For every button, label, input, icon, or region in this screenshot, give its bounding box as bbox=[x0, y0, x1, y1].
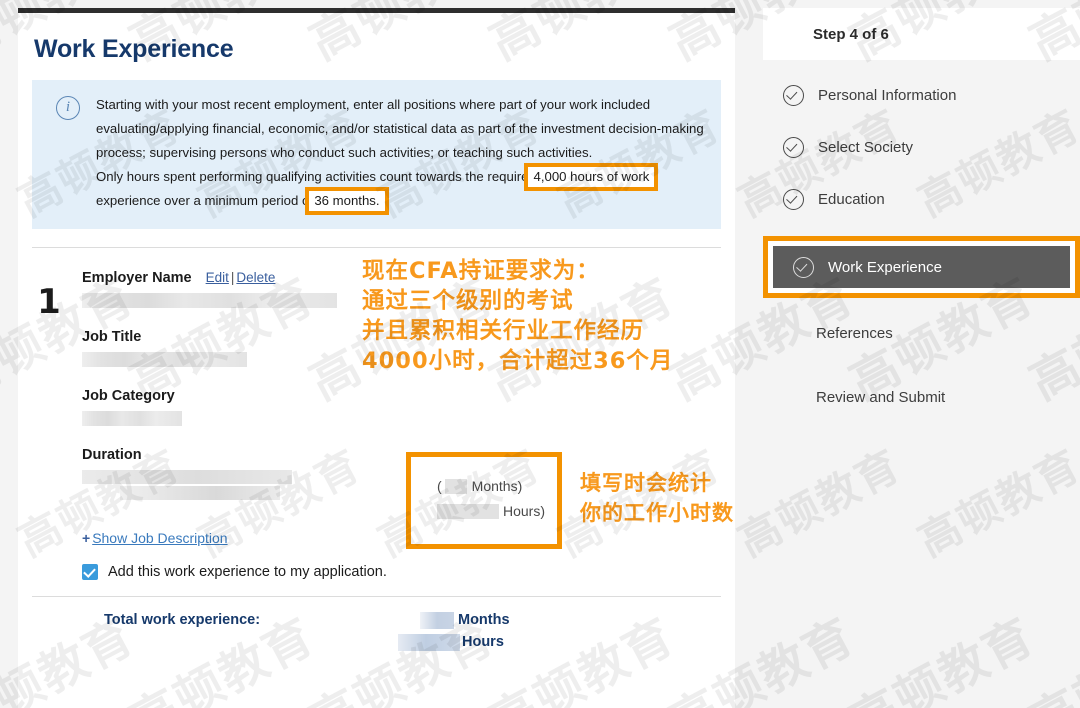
check-circle-icon bbox=[783, 189, 804, 210]
plus-icon: + bbox=[82, 530, 90, 546]
total-hours-line: Hours bbox=[398, 631, 510, 653]
employer-name-label: Employer Name bbox=[82, 270, 192, 286]
check-circle-icon bbox=[783, 85, 804, 106]
step-sidebar: Step 4 of 6 Personal Information Select … bbox=[763, 0, 1080, 708]
total-months-line: Months bbox=[398, 609, 510, 631]
months-row: ( Months) bbox=[437, 478, 522, 494]
work-experience-entry: 1 Employer Name Edit|Delete Job Title Jo… bbox=[18, 248, 735, 580]
add-experience-checkbox[interactable] bbox=[82, 564, 98, 580]
job-category-field: Job Category bbox=[82, 388, 735, 426]
months-value-redacted bbox=[445, 479, 467, 494]
total-months-unit: Months bbox=[458, 612, 510, 628]
delete-link[interactable]: Delete bbox=[236, 270, 275, 285]
months-hours-callout-box: ( Months) Hours) bbox=[406, 452, 562, 549]
totals-row: Total work experience: Months Hours bbox=[18, 597, 735, 653]
months-label: Months) bbox=[472, 478, 523, 494]
job-title-field: Job Title bbox=[82, 329, 735, 367]
highlight-months-requirement: 36 months. bbox=[309, 191, 384, 211]
hours-value-redacted bbox=[437, 504, 499, 519]
employer-name-field: Employer Name Edit|Delete bbox=[82, 270, 735, 308]
total-hours-unit: Hours bbox=[462, 634, 504, 650]
step-counter: Step 4 of 6 bbox=[763, 8, 1080, 60]
sidebar-item-label: Select Society bbox=[818, 139, 913, 156]
sidebar-item-label: Education bbox=[818, 191, 885, 208]
sidebar-item-label: References bbox=[816, 325, 893, 342]
sidebar-item-education[interactable]: Education bbox=[763, 182, 1080, 216]
job-title-label: Job Title bbox=[82, 329, 735, 345]
info-banner-text: Starting with your most recent employmen… bbox=[96, 93, 707, 213]
duration-value-redacted-line2 bbox=[120, 486, 280, 500]
sidebar-item-review-and-submit[interactable]: Review and Submit bbox=[763, 380, 1080, 414]
work-experience-highlight-box: Work Experience bbox=[763, 236, 1080, 298]
employer-name-value-redacted bbox=[82, 293, 337, 308]
total-work-experience-values: Months Hours bbox=[398, 609, 510, 653]
sidebar-item-label: Review and Submit bbox=[816, 389, 945, 406]
job-category-label: Job Category bbox=[82, 388, 735, 404]
check-circle-icon bbox=[783, 137, 804, 158]
sidebar-item-personal-information[interactable]: Personal Information bbox=[763, 78, 1080, 112]
hours-label: Hours) bbox=[503, 503, 545, 519]
sidebar-item-label: Personal Information bbox=[818, 87, 956, 104]
hours-row: Hours) bbox=[437, 503, 545, 519]
sidebar-item-work-experience[interactable]: Work Experience bbox=[773, 246, 1070, 288]
show-job-description-link[interactable]: Show Job Description bbox=[92, 530, 227, 546]
work-experience-form-card: Work Experience i Starting with your mos… bbox=[18, 8, 735, 708]
total-months-value-redacted bbox=[420, 612, 454, 629]
duration-value-redacted-line1 bbox=[82, 470, 292, 484]
entry-number: 1 bbox=[18, 270, 80, 580]
edit-link[interactable]: Edit bbox=[206, 270, 229, 285]
total-hours-value-redacted bbox=[398, 634, 460, 651]
info-paragraph-2-mid: experience over a minimum period o bbox=[96, 193, 309, 208]
info-banner: i Starting with your most recent employm… bbox=[32, 80, 721, 229]
sidebar-item-select-society[interactable]: Select Society bbox=[763, 130, 1080, 164]
check-circle-icon bbox=[793, 257, 814, 278]
sidebar-item-label: Work Experience bbox=[828, 259, 942, 276]
add-experience-row: Add this work experience to my applicati… bbox=[82, 564, 735, 580]
info-icon: i bbox=[56, 96, 80, 120]
highlight-hours-requirement: 4,000 hours of work bbox=[528, 167, 654, 187]
info-paragraph-1: Starting with your most recent employmen… bbox=[96, 97, 704, 160]
sidebar-item-references[interactable]: References bbox=[763, 316, 1080, 350]
employer-actions: Edit|Delete bbox=[206, 270, 276, 285]
job-title-value-redacted bbox=[82, 352, 247, 367]
job-category-value-redacted bbox=[82, 411, 182, 426]
total-work-experience-label: Total work experience: bbox=[18, 609, 398, 628]
info-paragraph-2-pre: Only hours spent performing qualifying a… bbox=[96, 169, 528, 184]
add-experience-label: Add this work experience to my applicati… bbox=[108, 564, 387, 580]
months-open-paren: ( bbox=[437, 478, 442, 494]
page-title: Work Experience bbox=[18, 13, 735, 64]
